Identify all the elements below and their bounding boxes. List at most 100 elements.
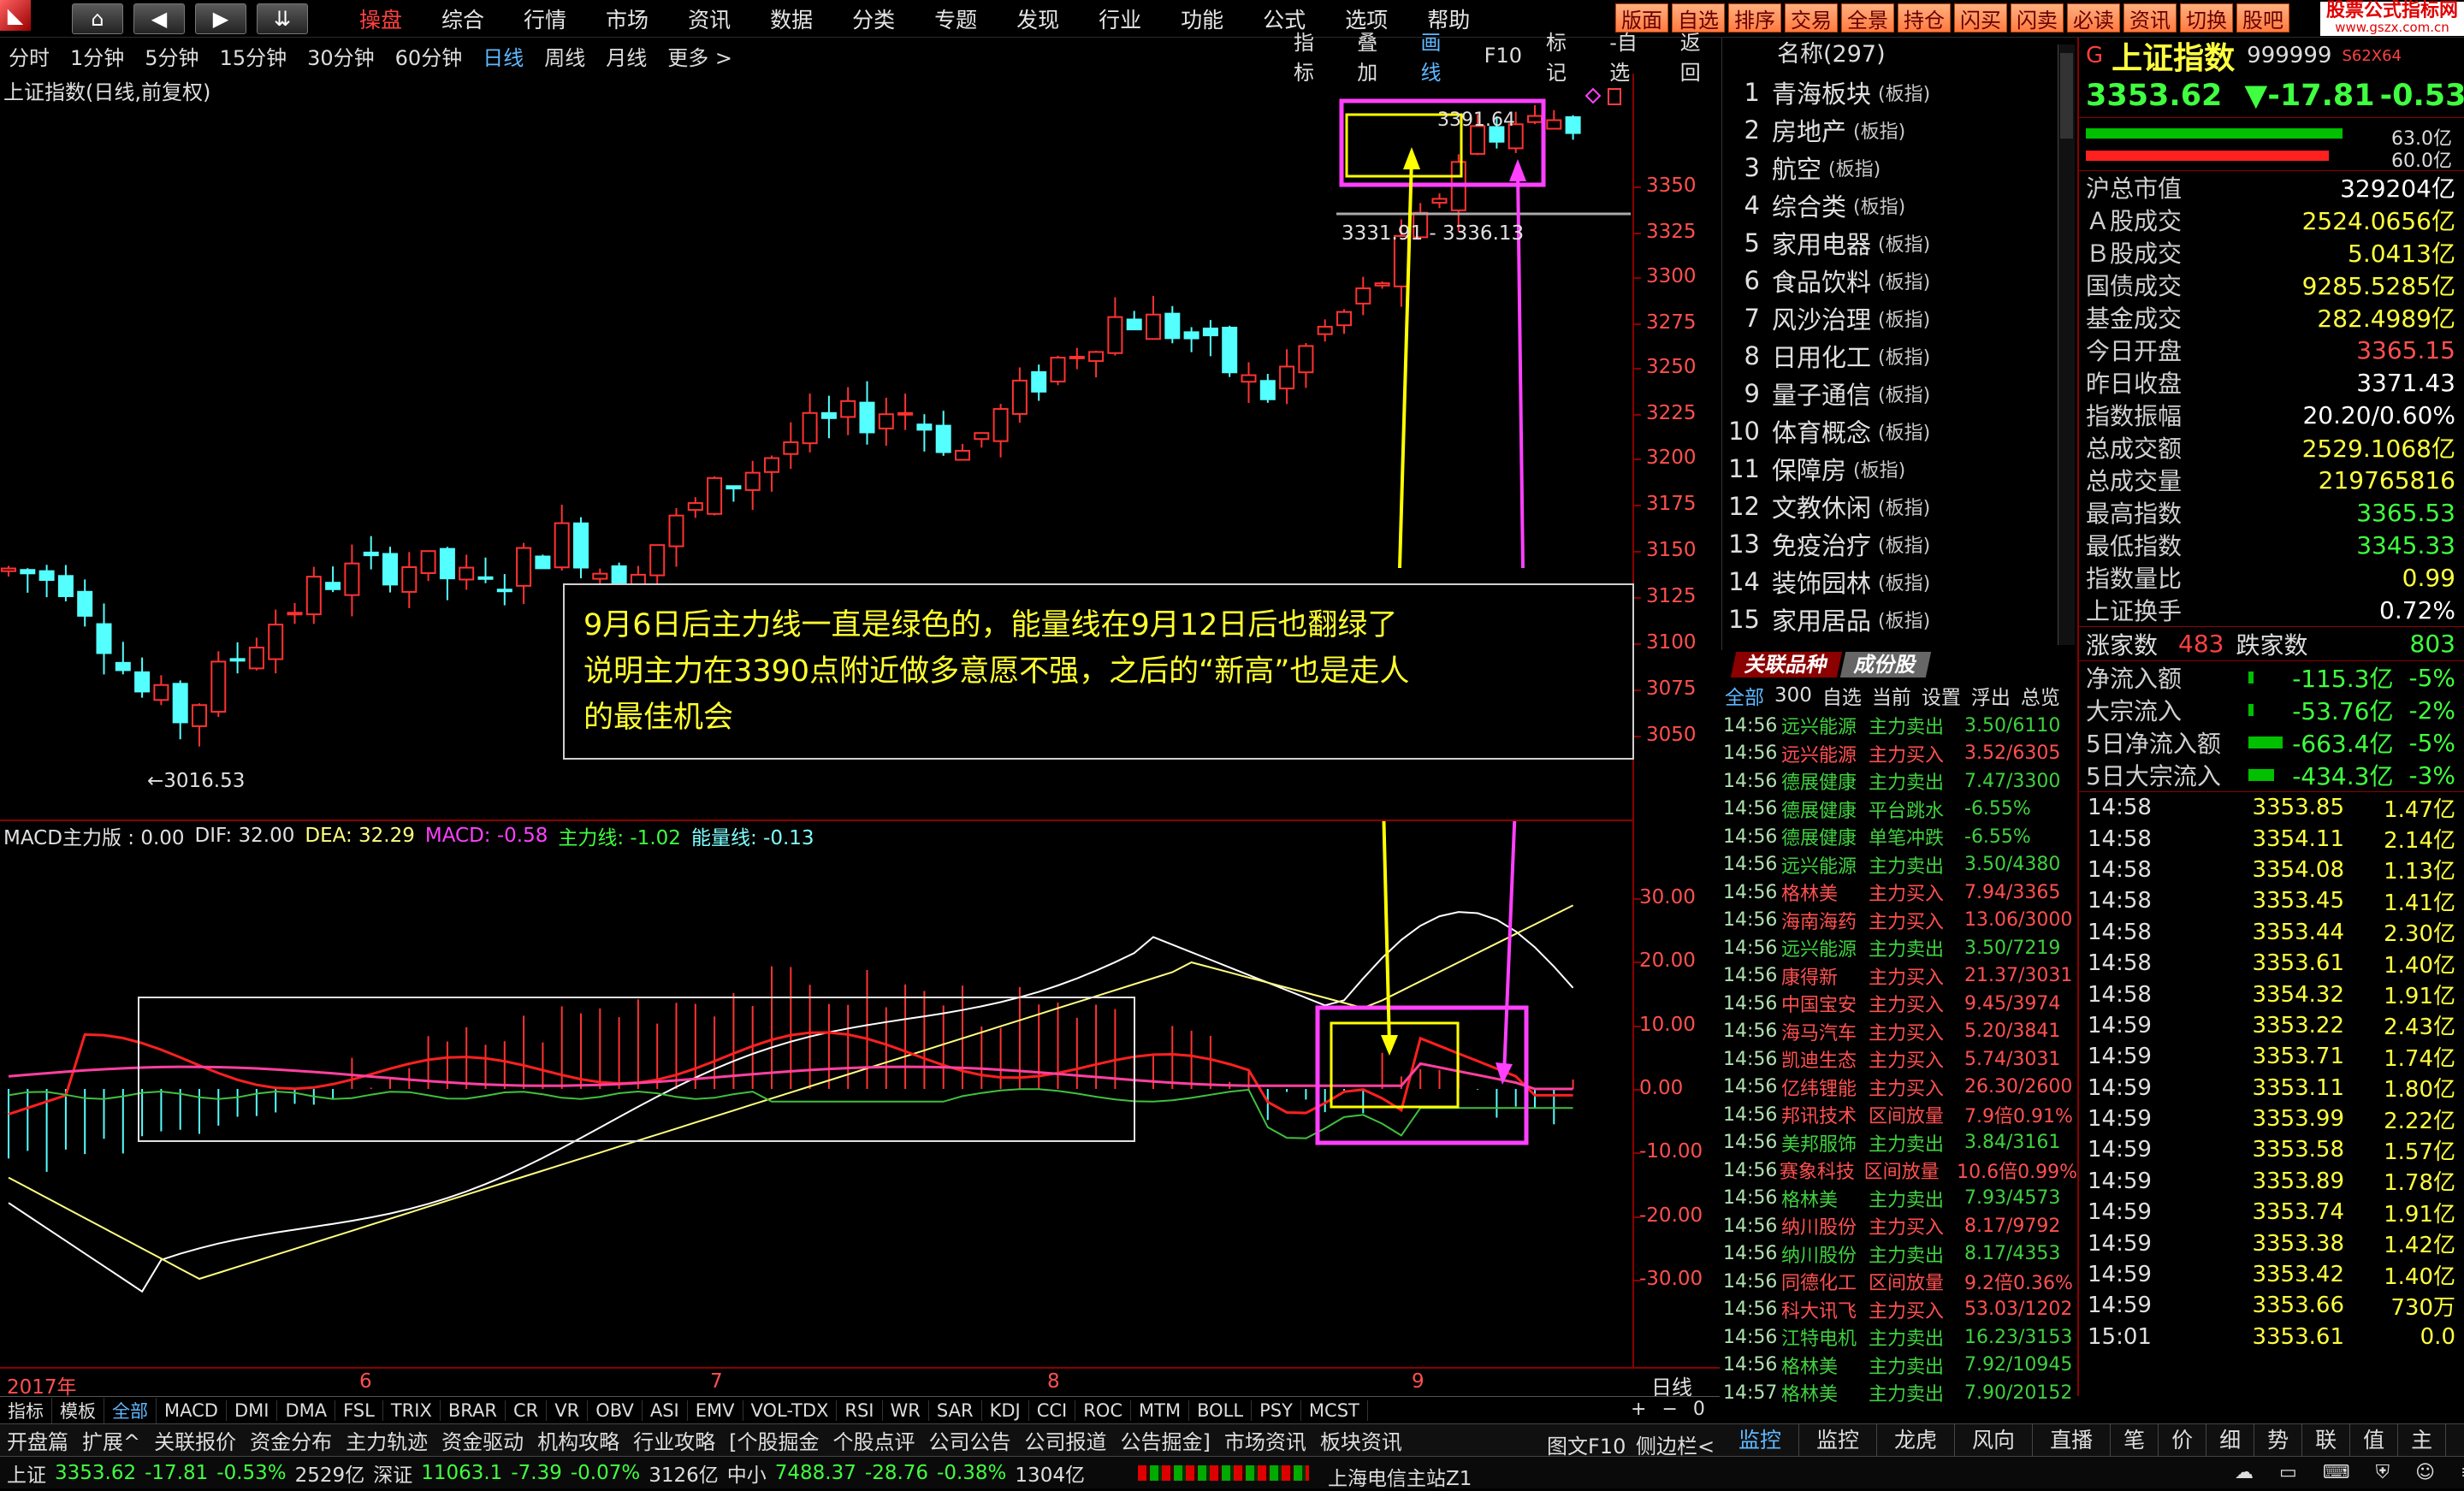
indicator-17[interactable]: SAR <box>929 1399 982 1421</box>
quick-button-3[interactable]: 交易 <box>1785 3 1838 33</box>
indicator-24[interactable]: MCST <box>1301 1399 1368 1421</box>
sector-row[interactable]: 13 免疫治疗 (板指) <box>1722 525 2077 563</box>
filter-5[interactable]: 浮出 <box>1971 681 2011 710</box>
menu-item-9[interactable]: 行业 <box>1099 3 1141 34</box>
macd-panel[interactable]: MACD主力版 : 0.00 DIF: 32.00 DEA: 32.29 MAC… <box>0 821 1632 1367</box>
sector-scrollbar[interactable] <box>2058 44 2075 645</box>
info-tab-14[interactable]: 板块资讯 <box>1313 1425 1409 1455</box>
sector-header[interactable]: 名称(297) <box>1722 38 2077 74</box>
trade-row[interactable]: 14:56 远兴能源 主力卖出 3.50/4380 <box>1723 851 2077 879</box>
user-icon[interactable]: ☺ <box>2415 1462 2435 1483</box>
trade-row[interactable]: 14:56 美邦服饰 主力卖出 3.84/3161 <box>1723 1129 2077 1157</box>
quick-button-9[interactable]: 资讯 <box>2123 3 2177 33</box>
trade-row[interactable]: 14:56 凯迪生态 主力买入 5.74/3031 <box>1723 1045 2077 1074</box>
info-tab-8[interactable]: [个股掘金 <box>722 1425 826 1455</box>
indicator-8[interactable]: BRAR <box>441 1399 506 1421</box>
right-tab-4[interactable]: 直播 <box>2033 1424 2112 1457</box>
server-name[interactable]: 上海电信主站Z1 <box>1328 1462 1472 1491</box>
indicator-3[interactable]: MACD <box>157 1399 227 1421</box>
trade-row[interactable]: 14:56 纳川股份 主力买入 8.17/9792 <box>1723 1212 2077 1240</box>
period-4[interactable]: 30分钟 <box>307 41 375 71</box>
quick-button-4[interactable]: 全景 <box>1841 3 1894 33</box>
right-tab-6[interactable]: 价 <box>2159 1424 2207 1457</box>
indicator-7[interactable]: TRIX <box>383 1399 441 1421</box>
sidebar-toggle[interactable]: 侧边栏< <box>1636 1429 1715 1459</box>
cloud-icon[interactable]: ☁ <box>2235 1462 2254 1483</box>
menu-item-2[interactable]: 行情 <box>524 3 566 34</box>
sector-row[interactable]: 11 保障房 (板指) <box>1722 450 2077 488</box>
period-0[interactable]: 分时 <box>9 41 50 71</box>
filter-3[interactable]: 当前 <box>1872 681 1911 710</box>
scrollbar-thumb[interactable] <box>2060 53 2073 139</box>
filter-1[interactable]: 300 <box>1774 684 1812 707</box>
menu-item-5[interactable]: 数据 <box>770 3 813 34</box>
quick-button-5[interactable]: 持仓 <box>1898 3 1951 33</box>
info-tab-1[interactable]: 扩展^ <box>75 1425 147 1455</box>
zoom-out-icon[interactable]: − <box>1661 1399 1677 1420</box>
trade-row[interactable]: 14:56 同德化工 区间放量 9.2倍0.36% <box>1723 1268 2077 1296</box>
trade-row[interactable]: 14:56 江特电机 主力卖出 16.23/3153 <box>1723 1323 2077 1352</box>
related-tab[interactable]: 关联品种 <box>1730 652 1843 677</box>
trade-row[interactable]: 14:57 格林美 主力卖出 7.90/20152 <box>1723 1379 2077 1407</box>
info-tab-10[interactable]: 公司公告 <box>921 1425 1017 1455</box>
sector-row[interactable]: 5 家用电器 (板指) <box>1722 224 2077 262</box>
indicator-14[interactable]: VOL-TDX <box>743 1399 838 1421</box>
sector-row[interactable]: 10 体育概念 (板指) <box>1722 412 2077 450</box>
indicator-15[interactable]: RSI <box>837 1399 883 1421</box>
indicator-4[interactable]: DMI <box>227 1399 278 1421</box>
trade-row[interactable]: 14:56 格林美 主力卖出 7.93/4573 <box>1723 1185 2077 1213</box>
right-tab-7[interactable]: 细 <box>2206 1424 2255 1457</box>
trade-row[interactable]: 14:56 科大讯飞 主力买入 53.03/1202 <box>1723 1296 2077 1324</box>
indicator-6[interactable]: FSL <box>335 1399 383 1421</box>
window-icon[interactable]: ▭ <box>2279 1462 2297 1483</box>
quick-button-8[interactable]: 必读 <box>2067 3 2120 33</box>
trade-row[interactable]: 14:56 格林美 主力卖出 7.92/10945 <box>1723 1352 2077 1380</box>
keyboard-icon[interactable]: ⌨ <box>2323 1462 2350 1483</box>
sector-row[interactable]: 3 航空 (板指) <box>1722 149 2077 186</box>
indicator-22[interactable]: BOLL <box>1189 1399 1253 1421</box>
back-icon[interactable]: ◀ <box>133 3 185 34</box>
period-7[interactable]: 周线 <box>544 41 585 71</box>
info-tab-2[interactable]: 关联报价 <box>147 1425 243 1455</box>
trade-row[interactable]: 14:56 中国宝安 主力买入 9.45/3974 <box>1723 990 2077 1018</box>
indicator-20[interactable]: ROC <box>1075 1399 1132 1421</box>
menu-item-10[interactable]: 功能 <box>1181 3 1223 34</box>
sector-row[interactable]: 2 房地产 (板指) <box>1722 111 2077 149</box>
info-tab-6[interactable]: 机构攻略 <box>530 1425 626 1455</box>
quick-button-11[interactable]: 股吧 <box>2236 3 2289 33</box>
trade-row[interactable]: 14:56 赛象科技 区间放量 10.6倍0.99% <box>1723 1157 2077 1185</box>
right-tab-9[interactable]: 联 <box>2302 1424 2351 1457</box>
indicator-18[interactable]: KDJ <box>982 1399 1029 1421</box>
filter-6[interactable]: 总览 <box>2021 681 2060 710</box>
period-6[interactable]: 日线 <box>483 41 524 71</box>
trade-row[interactable]: 14:56 德展健康 主力卖出 7.47/3300 <box>1723 767 2077 796</box>
sector-row[interactable]: 1 青海板块 (板指) <box>1722 74 2077 111</box>
app-logo-icon[interactable]: ◣ <box>0 0 31 31</box>
menu-item-3[interactable]: 市场 <box>606 3 649 34</box>
indicator-23[interactable]: PSY <box>1252 1399 1301 1421</box>
quick-button-6[interactable]: 闪买 <box>1954 3 2007 33</box>
sector-row[interactable]: 8 日用化工 (板指) <box>1722 337 2077 375</box>
sector-row[interactable]: 9 量子通信 (板指) <box>1722 375 2077 412</box>
trade-row[interactable]: 14:56 远兴能源 主力买入 3.52/6305 <box>1723 740 2077 768</box>
info-tab-7[interactable]: 行业攻略 <box>626 1425 722 1455</box>
period-1[interactable]: 1分钟 <box>70 41 124 71</box>
indicator-0[interactable]: 指标 <box>0 1397 52 1423</box>
trade-row[interactable]: 14:56 亿纬锂能 主力买入 26.30/2600 <box>1723 1074 2077 1102</box>
tool-3[interactable]: F10 <box>1484 44 1522 68</box>
shield-icon[interactable]: ⛨ <box>2376 1462 2390 1483</box>
info-tab-3[interactable]: 资金分布 <box>243 1425 339 1455</box>
trade-row[interactable]: 14:56 纳川股份 主力卖出 8.17/4353 <box>1723 1240 2077 1269</box>
right-tab-2[interactable]: 龙虎 <box>1877 1424 1956 1457</box>
period-2[interactable]: 5分钟 <box>145 41 198 71</box>
info-tab-12[interactable]: 公告掘金] <box>1113 1425 1217 1455</box>
components-tab[interactable]: 成份股 <box>1839 652 1932 677</box>
indicator-16[interactable]: WR <box>883 1399 929 1421</box>
indicator-19[interactable]: CCI <box>1029 1399 1076 1421</box>
menu-item-1[interactable]: 综合 <box>441 3 484 34</box>
trade-row[interactable]: 14:56 海马汽车 主力买入 5.20/3841 <box>1723 1018 2077 1046</box>
info-tab-11[interactable]: 公司报道 <box>1017 1425 1113 1455</box>
zoom-in-icon[interactable]: + <box>1631 1399 1646 1420</box>
menu-item-4[interactable]: 资讯 <box>688 3 731 34</box>
right-tab-5[interactable]: 笔 <box>2111 1424 2159 1457</box>
